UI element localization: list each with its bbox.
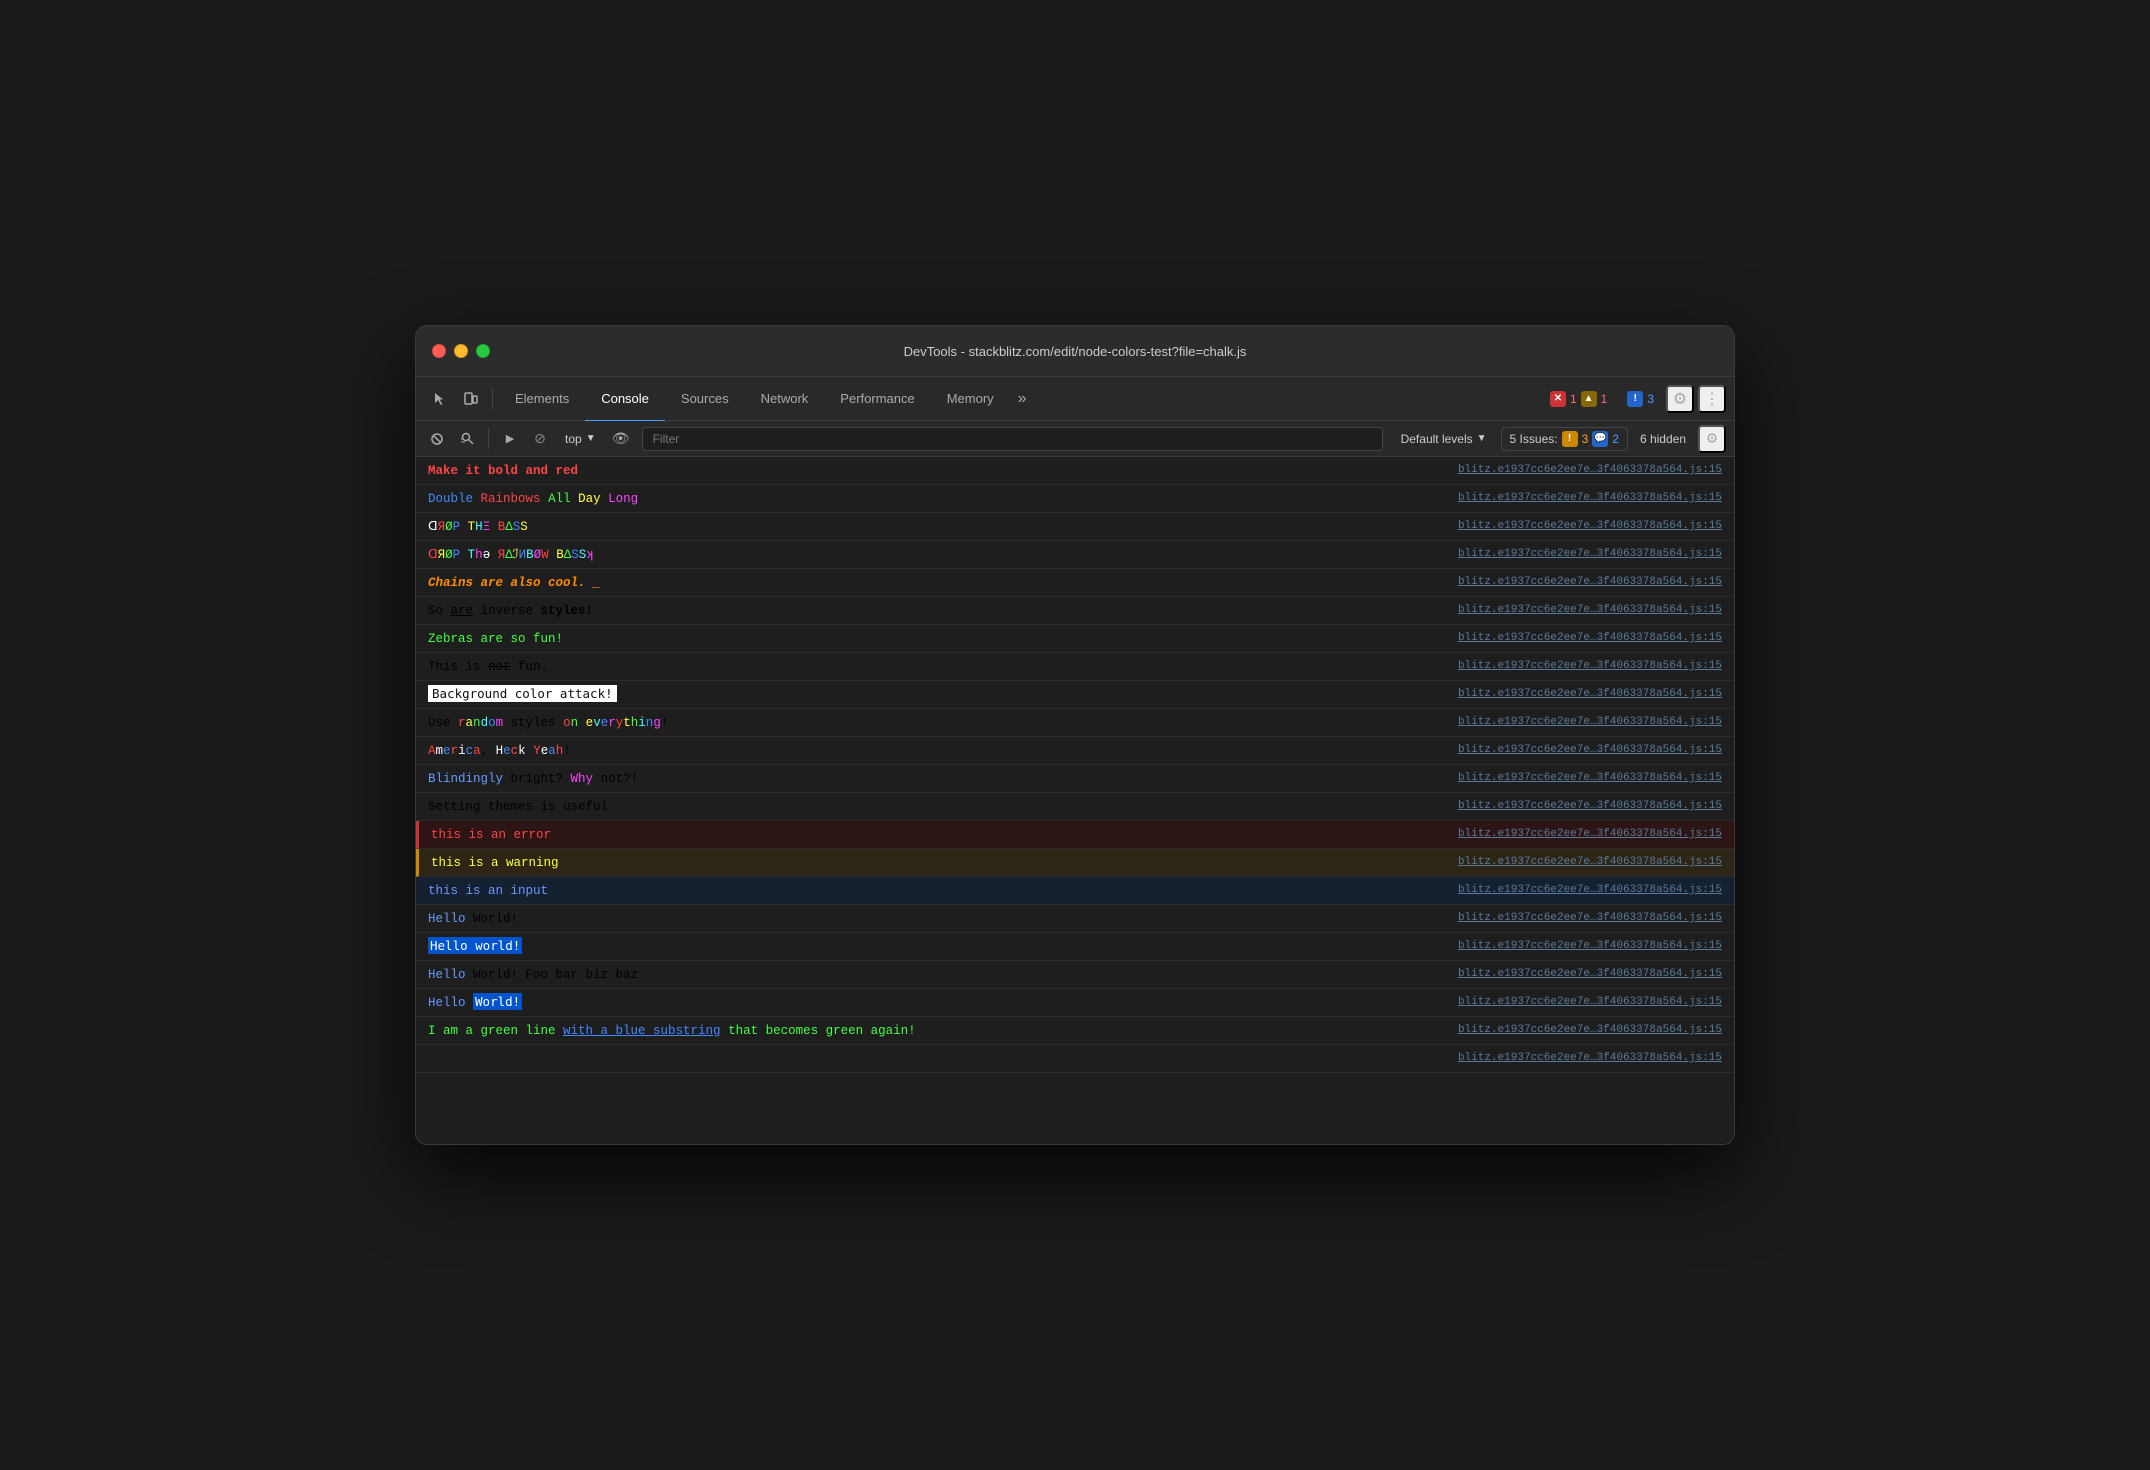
- source-link[interactable]: blitz.e1937cc6e2ee7e…3f4063378a564.js:15: [1458, 826, 1722, 844]
- device-toolbar-button[interactable]: [456, 385, 486, 413]
- maximize-button[interactable]: [476, 344, 490, 358]
- table-row[interactable]: Make it bold and redblitz.e1937cc6e2ee7e…: [416, 457, 1734, 485]
- source-link[interactable]: blitz.e1937cc6e2ee7e…3f4063378a564.js:15: [1458, 714, 1722, 732]
- tab-console[interactable]: Console: [585, 377, 665, 422]
- table-row[interactable]: this is an errorblitz.e1937cc6e2ee7e…3f4…: [416, 821, 1734, 849]
- source-link[interactable]: blitz.e1937cc6e2ee7e…3f4063378a564.js:15: [1458, 1050, 1722, 1068]
- source-link[interactable]: blitz.e1937cc6e2ee7e…3f4063378a564.js:15: [1458, 574, 1722, 592]
- tab-sources[interactable]: Sources: [665, 377, 745, 422]
- table-row[interactable]: America, Heck Yeah!blitz.e1937cc6e2ee7e……: [416, 737, 1734, 765]
- table-row[interactable]: Hello world!blitz.e1937cc6e2ee7e…3f40633…: [416, 933, 1734, 961]
- tab-list: Elements Console Sources Network Perform…: [499, 377, 1540, 421]
- source-link[interactable]: blitz.e1937cc6e2ee7e…3f4063378a564.js:15: [1458, 798, 1722, 816]
- source-link[interactable]: blitz.e1937cc6e2ee7e…3f4063378a564.js:15: [1458, 994, 1722, 1012]
- table-row[interactable]: blitz.e1937cc6e2ee7e…3f4063378a564.js:15: [416, 1045, 1734, 1073]
- table-row[interactable]: So are inverse styles!blitz.e1937cc6e2ee…: [416, 597, 1734, 625]
- tab-network[interactable]: Network: [745, 377, 825, 422]
- tab-elements[interactable]: Elements: [499, 377, 585, 422]
- source-link[interactable]: blitz.e1937cc6e2ee7e…3f4063378a564.js:15: [1458, 770, 1722, 788]
- table-row[interactable]: Zebras are so fun!blitz.e1937cc6e2ee7e…3…: [416, 625, 1734, 653]
- table-row[interactable]: ᗡЯØΡ Thə ЯΔℐИВØW ВΔSSʞblitz.e1937cc6e2ee…: [416, 541, 1734, 569]
- minimize-button[interactable]: [454, 344, 468, 358]
- table-row[interactable]: Blindingly bright? Why not?!blitz.e1937c…: [416, 765, 1734, 793]
- issues-button[interactable]: 5 Issues: ! 3 💬 2: [1501, 427, 1628, 451]
- console-settings-button[interactable]: ⚙: [1698, 425, 1726, 453]
- error-badge-icon: ✕: [1550, 391, 1566, 407]
- devtools-settings-button[interactable]: ⚙: [1666, 385, 1694, 413]
- table-row[interactable]: Hello World!blitz.e1937cc6e2ee7e…3f40633…: [416, 905, 1734, 933]
- table-row[interactable]: Chains are also cool. _blitz.e1937cc6e2e…: [416, 569, 1734, 597]
- hidden-button[interactable]: 6 hidden: [1632, 429, 1694, 449]
- table-row[interactable]: Background color attack!blitz.e1937cc6e2…: [416, 681, 1734, 709]
- source-link[interactable]: blitz.e1937cc6e2ee7e…3f4063378a564.js:15: [1458, 490, 1722, 508]
- toolbar-divider: [492, 389, 493, 409]
- devtools-window: DevTools - stackblitz.com/edit/node-colo…: [415, 325, 1735, 1145]
- filter-console-button[interactable]: [454, 426, 480, 452]
- table-row[interactable]: Double Rainbows All Day Longblitz.e1937c…: [416, 485, 1734, 513]
- cursor-icon: [431, 391, 447, 407]
- device-icon: [463, 391, 479, 407]
- error-badge-button[interactable]: ✕ 1 ▲ 1: [1542, 388, 1615, 410]
- warning-badge-count: 1: [1601, 392, 1608, 406]
- title-bar: DevTools - stackblitz.com/edit/node-colo…: [416, 326, 1734, 377]
- table-row[interactable]: Hello World! Foo bar biz bazblitz.e1937c…: [416, 961, 1734, 989]
- levels-chevron-icon: ▼: [1477, 433, 1487, 444]
- clear-console-button[interactable]: [424, 426, 450, 452]
- source-link[interactable]: blitz.e1937cc6e2ee7e…3f4063378a564.js:15: [1458, 518, 1722, 536]
- more-tabs-button[interactable]: »: [1010, 377, 1035, 421]
- close-button[interactable]: [432, 344, 446, 358]
- issues-info-icon: 💬: [1592, 431, 1608, 447]
- table-row[interactable]: this is an inputblitz.e1937cc6e2ee7e…3f4…: [416, 877, 1734, 905]
- default-levels-button[interactable]: Default levels ▼: [1391, 429, 1497, 449]
- devtools-more-button[interactable]: ⋮: [1698, 385, 1726, 413]
- tab-performance[interactable]: Performance: [824, 377, 930, 422]
- source-link[interactable]: blitz.e1937cc6e2ee7e…3f4063378a564.js:15: [1458, 742, 1722, 760]
- filter-icon: [460, 432, 474, 446]
- source-link[interactable]: blitz.e1937cc6e2ee7e…3f4063378a564.js:15: [1458, 966, 1722, 984]
- table-row[interactable]: Use random styles on everything!blitz.e1…: [416, 709, 1734, 737]
- table-row[interactable]: I am a green line with a blue substring …: [416, 1017, 1734, 1045]
- source-link[interactable]: blitz.e1937cc6e2ee7e…3f4063378a564.js:15: [1458, 462, 1722, 480]
- source-link[interactable]: blitz.e1937cc6e2ee7e…3f4063378a564.js:15: [1458, 658, 1722, 676]
- source-link[interactable]: blitz.e1937cc6e2ee7e…3f4063378a564.js:15: [1458, 854, 1722, 872]
- filter-input[interactable]: [642, 427, 1383, 451]
- source-link[interactable]: blitz.e1937cc6e2ee7e…3f4063378a564.js:15: [1458, 546, 1722, 564]
- console-content[interactable]: Make it bold and redblitz.e1937cc6e2ee7e…: [416, 457, 1734, 1144]
- issues-warning-icon: !: [1562, 431, 1578, 447]
- traffic-lights: [432, 344, 490, 358]
- no-icon-button[interactable]: ⊘: [527, 426, 553, 452]
- clear-icon: [430, 432, 444, 446]
- source-link[interactable]: blitz.e1937cc6e2ee7e…3f4063378a564.js:15: [1458, 882, 1722, 900]
- chevron-down-icon: ▼: [586, 433, 596, 444]
- console-toolbar: ▶ ⊘ top ▼ 👁 Default levels ▼ 5 Issues: !…: [416, 421, 1734, 457]
- tab-memory[interactable]: Memory: [931, 377, 1010, 422]
- table-row[interactable]: Setting themes is usefulblitz.e1937cc6e2…: [416, 793, 1734, 821]
- inspect-element-button[interactable]: [424, 385, 454, 413]
- source-link[interactable]: blitz.e1937cc6e2ee7e…3f4063378a564.js:15: [1458, 910, 1722, 928]
- warning-badge-icon: ▲: [1581, 391, 1597, 407]
- table-row[interactable]: Hello World!blitz.e1937cc6e2ee7e…3f40633…: [416, 989, 1734, 1017]
- table-row[interactable]: this is a warningblitz.e1937cc6e2ee7e…3f…: [416, 849, 1734, 877]
- console-toolbar-divider: [488, 429, 489, 449]
- console-rows: Make it bold and redblitz.e1937cc6e2ee7e…: [416, 457, 1734, 1073]
- error-badge-count: 1: [1570, 392, 1577, 406]
- source-link[interactable]: blitz.e1937cc6e2ee7e…3f4063378a564.js:15: [1458, 686, 1722, 704]
- run-script-button[interactable]: ▶: [497, 426, 523, 452]
- source-link[interactable]: blitz.e1937cc6e2ee7e…3f4063378a564.js:15: [1458, 630, 1722, 648]
- table-row[interactable]: ᗡЯØΡ THΞ ВΔSSblitz.e1937cc6e2ee7e…3f4063…: [416, 513, 1734, 541]
- info-badge-count: 3: [1647, 392, 1654, 406]
- window-title: DevTools - stackblitz.com/edit/node-colo…: [904, 344, 1247, 359]
- info-badge-button[interactable]: ! 3: [1619, 388, 1662, 410]
- table-row[interactable]: This is not fun.blitz.e1937cc6e2ee7e…3f4…: [416, 653, 1734, 681]
- eye-button[interactable]: 👁: [608, 426, 634, 452]
- source-link[interactable]: blitz.e1937cc6e2ee7e…3f4063378a564.js:15: [1458, 938, 1722, 956]
- source-link[interactable]: blitz.e1937cc6e2ee7e…3f4063378a564.js:15: [1458, 1022, 1722, 1040]
- devtools-toolbar: Elements Console Sources Network Perform…: [416, 377, 1734, 421]
- toolbar-right: ✕ 1 ▲ 1 ! 3 ⚙ ⋮: [1542, 385, 1726, 413]
- info-badge-icon: !: [1627, 391, 1643, 407]
- source-link[interactable]: blitz.e1937cc6e2ee7e…3f4063378a564.js:15: [1458, 602, 1722, 620]
- context-selector[interactable]: top ▼: [557, 429, 604, 449]
